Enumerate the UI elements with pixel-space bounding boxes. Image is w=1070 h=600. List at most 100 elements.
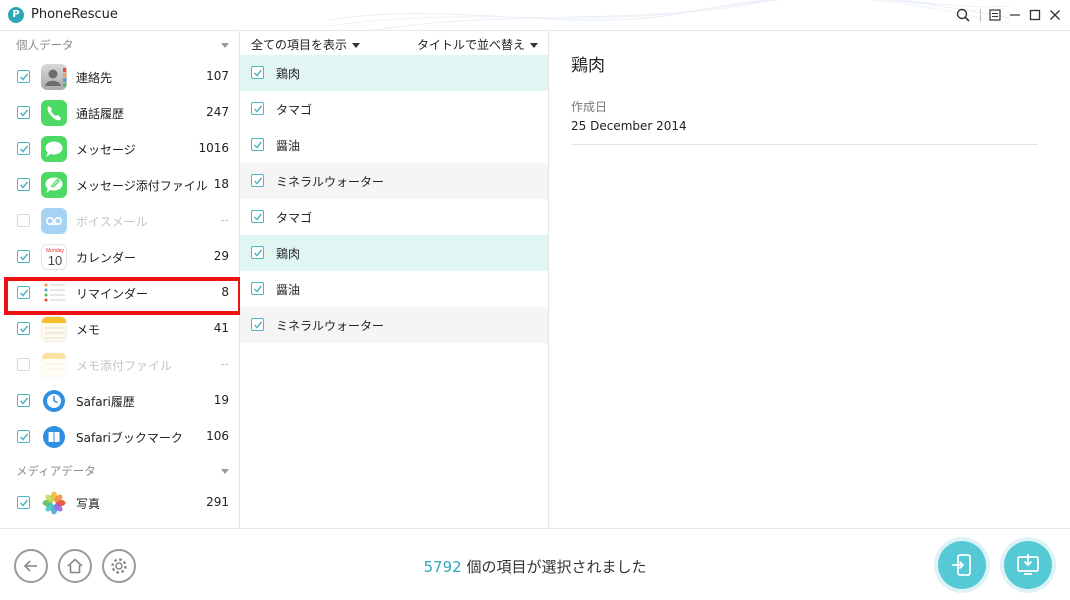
checkbox[interactable] [17, 496, 30, 509]
sidebar-item-notes-attachments[interactable]: メモ添付ファイル -- [0, 347, 239, 383]
section-header-media[interactable]: メディアデータ [0, 457, 239, 485]
detail-title: 鶏肉 [571, 56, 605, 76]
menu-button[interactable] [986, 6, 1004, 24]
search-icon [956, 8, 970, 22]
menu-icon [989, 9, 1001, 21]
close-button[interactable] [1046, 6, 1064, 24]
list-item[interactable]: タマゴ [240, 199, 548, 235]
section-title: 個人データ [16, 38, 74, 52]
checkbox[interactable] [251, 318, 264, 331]
checkbox[interactable] [17, 322, 30, 335]
checkbox[interactable] [17, 142, 30, 155]
checkbox[interactable] [17, 106, 30, 119]
list-item[interactable]: 醤油 [240, 271, 548, 307]
sidebar-item-call-history[interactable]: 通話履歴 247 [0, 95, 239, 131]
checkbox[interactable] [17, 178, 30, 191]
sidebar-item-calendar[interactable]: Monday 10 カレンダー 29 [0, 239, 239, 275]
checkbox[interactable] [251, 246, 264, 259]
sidebar-item-notes[interactable]: メモ 41 [0, 311, 239, 347]
list-item-label: ミネラルウォーター [276, 175, 385, 189]
list-item[interactable]: 鶏肉 [240, 55, 548, 91]
sidebar-item-safari-history[interactable]: Safari履歴 19 [0, 383, 239, 419]
list-item[interactable]: 醤油 [240, 127, 548, 163]
check-icon [253, 285, 263, 293]
sidebar-item-count: 107 [206, 69, 229, 83]
checkbox[interactable] [251, 102, 264, 115]
sidebar-item-count: 291 [206, 495, 229, 509]
checkbox[interactable] [251, 174, 264, 187]
sidebar-item-label: メモ添付ファイル [76, 359, 173, 373]
chevron-down-icon [221, 469, 229, 474]
sidebar-item-message-attachments[interactable]: メッセージ添付ファイル 18 [0, 167, 239, 203]
check-icon [19, 253, 29, 261]
list-item-label: 鶏肉 [276, 67, 301, 81]
checkbox[interactable] [17, 250, 30, 263]
sidebar-item-label: ボイスメール [76, 215, 148, 229]
recover-to-device-button[interactable] [938, 541, 986, 589]
maximize-icon [1029, 9, 1041, 21]
sidebar-item-label: リマインダー [76, 287, 149, 301]
checkbox[interactable] [251, 66, 264, 79]
check-icon [253, 249, 263, 257]
category-sidebar: 個人データ 連絡先 107 通話履歴 247 メッセージ 1016 メッセージ添… [0, 31, 240, 528]
check-icon [19, 181, 29, 189]
checkbox[interactable] [17, 70, 30, 83]
checkbox[interactable] [17, 394, 30, 407]
sidebar-item-safari-bookmarks[interactable]: Safariブックマーク 106 [0, 419, 239, 455]
checkbox[interactable] [251, 282, 264, 295]
filter-label: 全ての項目を表示 [251, 38, 348, 52]
check-icon [253, 69, 263, 77]
check-icon [253, 321, 263, 329]
voicemail-icon [41, 208, 67, 234]
list-item[interactable]: ミネラルウォーター [240, 163, 548, 199]
list-item-label: タマゴ [276, 211, 313, 225]
minimize-button[interactable] [1006, 6, 1024, 24]
sidebar-item-count: 106 [206, 429, 229, 443]
filter-dropdown[interactable]: 全ての項目を表示 [251, 36, 361, 53]
check-icon [253, 177, 263, 185]
sort-dropdown[interactable]: タイトルで並べ替え [417, 36, 538, 53]
sidebar-item-messages[interactable]: メッセージ 1016 [0, 131, 239, 167]
calendar-icon: Monday 10 [41, 244, 67, 270]
sidebar-item-label: 通話履歴 [76, 107, 125, 121]
checkbox[interactable] [251, 210, 264, 223]
check-icon [19, 289, 29, 297]
checkbox[interactable] [17, 286, 30, 299]
checkbox[interactable] [251, 138, 264, 151]
sidebar-item-contacts[interactable]: 連絡先 107 [0, 59, 239, 95]
recover-to-computer-button[interactable] [1004, 541, 1052, 589]
item-list-pane: 全ての項目を表示 タイトルで並べ替え 鶏肉 タマゴ 醤油 ミネラルウォーター タ… [240, 31, 549, 528]
notes-icon [41, 316, 67, 342]
section-header-personal[interactable]: 個人データ [0, 31, 239, 59]
sidebar-item-count: 18 [213, 177, 229, 191]
check-icon [19, 397, 29, 405]
maximize-button[interactable] [1026, 6, 1044, 24]
list-item[interactable]: ミネラルウォーター [240, 307, 548, 343]
checkbox[interactable] [17, 214, 30, 227]
title-separator [980, 9, 981, 22]
contacts-icon [41, 64, 67, 90]
sort-label: タイトルで並べ替え [416, 38, 525, 52]
sidebar-item-voicemail[interactable]: ボイスメール -- [0, 203, 239, 239]
close-icon [1050, 10, 1060, 20]
list-item[interactable]: タマゴ [240, 91, 548, 127]
list-toolbar: 全ての項目を表示 タイトルで並べ替え [240, 31, 548, 55]
created-date-value: 25 December 2014 [571, 119, 687, 133]
photos-icon [41, 490, 67, 516]
checkbox[interactable] [17, 430, 30, 443]
list-item-label: タマゴ [276, 103, 313, 117]
search-button[interactable] [954, 6, 972, 24]
sidebar-item-count: -- [220, 357, 229, 371]
app-logo: P [8, 7, 24, 23]
sidebar-item-reminders[interactable]: リマインダー 8 [0, 275, 239, 311]
chevron-down-icon [221, 43, 229, 48]
checkbox[interactable] [17, 358, 30, 371]
sidebar-item-label: メッセージ添付ファイル [76, 179, 208, 193]
sidebar-item-count: 29 [213, 249, 229, 263]
list-item[interactable]: 鶏肉 [240, 235, 548, 271]
check-icon [253, 141, 263, 149]
selected-text: 個の項目が選択されました [461, 558, 647, 576]
notes-attachment-icon [41, 352, 67, 378]
check-icon [19, 433, 29, 441]
sidebar-item-photos[interactable]: 写真 291 [0, 485, 239, 521]
